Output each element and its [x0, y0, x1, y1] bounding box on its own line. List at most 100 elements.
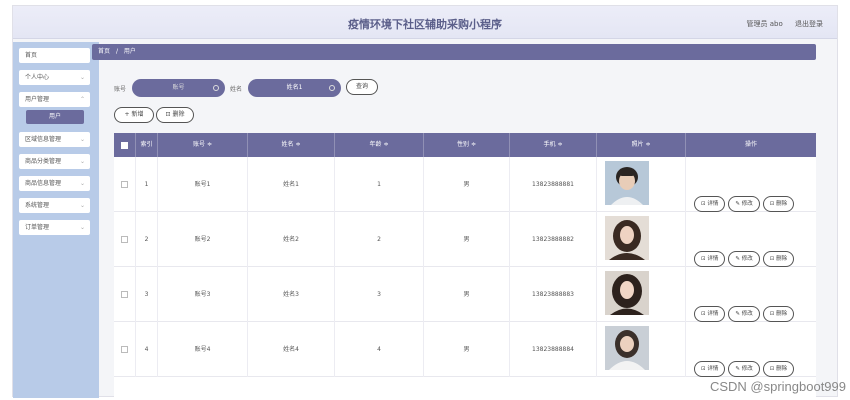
sidebar-item-category[interactable]: 商品分类管理 ⌄ [19, 154, 90, 169]
detail-label: 详情 [707, 256, 719, 262]
header-gender[interactable]: 性别 ≑ [424, 133, 510, 157]
name-input[interactable]: 姓名1 [248, 79, 341, 97]
row-select[interactable] [114, 212, 136, 267]
watermark: CSDN @springboot999 [709, 379, 846, 394]
delete-label: 删除 [776, 256, 788, 262]
breadcrumb-home[interactable]: 首页 [98, 48, 110, 55]
user-photo[interactable] [605, 326, 649, 370]
delete-button[interactable]: ⊡ 删除 [762, 196, 795, 212]
sidebar-item-orders[interactable]: 订单管理 ⌄ [19, 220, 90, 235]
detail-label: 详情 [707, 201, 719, 207]
cell-index: 2 [136, 212, 158, 267]
cell-gender: 男 [424, 322, 510, 377]
row-select[interactable] [114, 322, 136, 377]
delete-button[interactable]: ⊡ 删除 [762, 251, 795, 267]
cell-phone: 13823888884 [510, 322, 597, 377]
cell-actions: ⊡ 详情 ✎ 修改 ⊡ 删除 [686, 212, 816, 267]
batch-delete-label: 删除 [172, 111, 185, 118]
breadcrumb-separator: / [115, 48, 118, 55]
user-photo[interactable] [605, 161, 649, 205]
query-button[interactable]: 查询 [346, 79, 378, 95]
header-age[interactable]: 年龄 ≑ [335, 133, 424, 157]
table-header: 索引 账号 ≑ 姓名 ≑ 年龄 ≑ 性别 ≑ 手机 ≑ 照片 ≑ 操作 [114, 133, 816, 157]
sidebar-item-label: 个人中心 [25, 74, 50, 81]
chevron-down-icon: ⌄ [79, 136, 85, 143]
sidebar-item-label: 商品信息管理 [25, 180, 62, 187]
row-checkbox[interactable] [121, 291, 128, 298]
name-label: 姓名 [230, 86, 243, 93]
row-select[interactable] [114, 157, 136, 212]
edit-label: 修改 [741, 311, 753, 317]
sidebar-item-region[interactable]: 区域信息管理 ⌄ [19, 132, 90, 147]
cell-age: 4 [335, 322, 424, 377]
detail-button[interactable]: ⊡ 详情 [694, 361, 726, 377]
search-bar: 账号 账号 姓名 姓名1 查询 [102, 79, 502, 97]
cell-age: 2 [335, 212, 424, 267]
sidebar-item-goods[interactable]: 商品信息管理 ⌄ [19, 176, 90, 191]
row-checkbox[interactable] [121, 181, 128, 188]
sidebar-item-profile[interactable]: 个人中心 ⌄ [19, 70, 90, 85]
header-account[interactable]: 账号 ≑ [158, 133, 248, 157]
cell-actions: ⊡ 详情 ✎ 修改 ⊡ 删除 [686, 267, 816, 322]
cell-index: 4 [136, 322, 158, 377]
logout-link[interactable]: 退出登录 [795, 20, 823, 28]
users-table: 索引 账号 ≑ 姓名 ≑ 年龄 ≑ 性别 ≑ 手机 ≑ 照片 ≑ 操作 1 账号… [114, 133, 816, 397]
row-checkbox[interactable] [121, 346, 128, 353]
chevron-up-icon: ⌃ [79, 96, 85, 103]
cell-age: 3 [335, 267, 424, 322]
cell-gender: 男 [424, 157, 510, 212]
cell-gender: 男 [424, 212, 510, 267]
detail-button[interactable]: ⊡ 详情 [694, 196, 726, 212]
cell-photo [597, 322, 686, 377]
cell-name: 姓名1 [248, 157, 335, 212]
edit-button[interactable]: ✎ 修改 [728, 306, 760, 322]
cell-gender: 男 [424, 267, 510, 322]
edit-button[interactable]: ✎ 修改 [728, 196, 760, 212]
top-header: 疫情环境下社区辅助采购小程序 管理员 abo 退出登录 [13, 6, 837, 39]
edit-button[interactable]: ✎ 修改 [728, 251, 760, 267]
sidebar-item-users[interactable]: 用户管理 ⌃ [19, 92, 90, 107]
cell-account: 账号2 [158, 212, 248, 267]
cell-account: 账号3 [158, 267, 248, 322]
header-phone[interactable]: 手机 ≑ [510, 133, 597, 157]
delete-button[interactable]: ⊡ 删除 [762, 361, 795, 377]
header-user-area: 管理员 abo 退出登录 [737, 19, 823, 29]
row-checkbox[interactable] [121, 236, 128, 243]
breadcrumb: 首页 / 用户 [92, 44, 816, 60]
add-button[interactable]: + 新增 [114, 107, 154, 123]
select-all-checkbox[interactable] [121, 142, 128, 149]
sidebar-item-label: 系统管理 [25, 202, 50, 209]
cell-account: 账号1 [158, 157, 248, 212]
account-input[interactable]: 账号 [132, 79, 225, 97]
user-photo[interactable] [605, 216, 649, 260]
detail-button[interactable]: ⊡ 详情 [694, 251, 726, 267]
edit-label: 修改 [741, 366, 753, 372]
user-photo[interactable] [605, 271, 649, 315]
clear-icon [329, 85, 335, 91]
sidebar-item-label: 区域信息管理 [25, 136, 62, 143]
batch-delete-button[interactable]: ⊡ 删除 [156, 107, 194, 123]
row-select[interactable] [114, 267, 136, 322]
edit-label: 修改 [741, 256, 753, 262]
chevron-down-icon: ⌄ [79, 202, 85, 209]
chevron-down-icon: ⌄ [79, 158, 85, 165]
sidebar-subitem-user[interactable]: 用户 [26, 110, 84, 124]
header-photo[interactable]: 照片 ≑ [597, 133, 686, 157]
sidebar-item-label: 首页 [25, 52, 38, 59]
cell-name: 姓名3 [248, 267, 335, 322]
chevron-down-icon: ⌄ [79, 224, 85, 231]
account-placeholder: 账号 [172, 84, 185, 91]
sidebar-item-label: 订单管理 [25, 224, 50, 231]
header-name[interactable]: 姓名 ≑ [248, 133, 335, 157]
sidebar-item-system[interactable]: 系统管理 ⌄ [19, 198, 90, 213]
header-select-all[interactable] [114, 133, 136, 157]
sidebar-item-home[interactable]: 首页 [19, 48, 90, 63]
delete-button[interactable]: ⊡ 删除 [762, 306, 795, 322]
header-index: 索引 [136, 133, 158, 157]
detail-button[interactable]: ⊡ 详情 [694, 306, 726, 322]
cell-name: 姓名4 [248, 322, 335, 377]
edit-button[interactable]: ✎ 修改 [728, 361, 760, 377]
table-row: 4 账号4 姓名4 4 男 13823888884 ⊡ 详情 ✎ 修改 ⊡ 删除 [114, 322, 816, 377]
name-value: 姓名1 [286, 84, 303, 91]
cell-phone: 13823888883 [510, 267, 597, 322]
